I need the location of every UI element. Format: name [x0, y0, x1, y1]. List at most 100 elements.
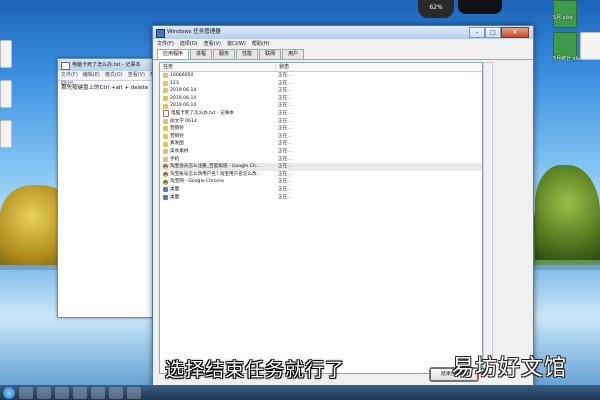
task-status: 正在... [278, 171, 292, 177]
tab-networking[interactable]: 联网 [259, 49, 282, 59]
table-row[interactable]: 美食素材 正在... [160, 148, 482, 156]
notepad-menu-edit[interactable]: 编辑(E) [83, 72, 100, 78]
task-status: 正在... [278, 156, 292, 162]
desktop-icon[interactable] [580, 32, 600, 60]
task-name-cell: 美食素材 [160, 148, 275, 156]
task-name: 桌面 [170, 186, 180, 192]
desk-icon [163, 187, 168, 193]
task-manager-title: Windows 任务管理器 [167, 29, 221, 35]
task-name: 123 [170, 80, 179, 86]
table-row[interactable]: 素发图 正在... [160, 140, 482, 148]
task-name-cell: 素发图 [160, 140, 275, 148]
task-status: 正在... [278, 80, 292, 86]
notepad-menu-view[interactable]: 查看(V) [128, 72, 145, 78]
task-name: 阅文学 0614 [170, 118, 197, 124]
task-name: 10086050 [170, 73, 194, 78]
task-status: 正在... [278, 88, 292, 94]
table-row[interactable]: 电脑卡死了怎么办.txt - 记事本 正在... [160, 110, 482, 118]
task-manager-titlebar[interactable]: Windows 任务管理器 – □ ✕ [153, 26, 533, 39]
desktop-file-label: 5月.xlsx [553, 15, 573, 21]
task-status: 正在... [278, 141, 292, 147]
vertical-scrollbar[interactable] [483, 62, 493, 374]
menu-file[interactable]: 文件(F) [157, 41, 174, 47]
task-status: 正在... [278, 126, 292, 132]
task-name-cell: 2019.06.14 [160, 95, 275, 103]
table-row[interactable]: 淘宝账号怎么改用户名? 淘宝用户名怎么改... 正在... [160, 171, 482, 179]
table-row[interactable]: 淘宝网 - Google Chrome 正在... [160, 178, 482, 186]
table-row[interactable]: 桌面 正在... [160, 186, 482, 194]
task-name: 手机 [170, 156, 180, 162]
desktop-icon[interactable] [0, 120, 12, 148]
task-list[interactable]: 任务 状态 10086050 正在... 123 正在... 2019.06.14 正在.… [159, 62, 483, 374]
folder-icon [163, 73, 168, 79]
task-manager-icon [156, 29, 165, 38]
task-name-cell: 2019.06.14 [160, 102, 275, 110]
table-row[interactable]: 桌面 正在... [160, 194, 482, 202]
notepad-titlebar[interactable]: 电脑卡死了怎么办.txt - 记事本 [58, 59, 158, 71]
task-status: 正在... [278, 95, 292, 101]
task-name-cell: 阅文学 0614 [160, 118, 275, 126]
start-button[interactable] [3, 386, 15, 399]
taskbar-item[interactable] [55, 386, 69, 399]
desktop-gadget [458, 0, 502, 14]
notepad-menu-format[interactable]: 格式(O) [105, 72, 123, 78]
desktop-icon[interactable] [0, 80, 12, 108]
taskbar-item[interactable] [91, 386, 105, 399]
table-row[interactable]: 淘宝会员怎么注册_百度知道 - Google Ch... 正在... [160, 163, 482, 171]
table-row[interactable]: 营销铃 正在... [160, 125, 482, 133]
column-header-task[interactable]: 任务 [160, 63, 276, 71]
task-manager-menubar: 文件(F) 选项(O) 查看(V) 窗口(W) 帮助(H) [153, 39, 533, 49]
folder-icon [163, 156, 168, 162]
folder-icon [163, 126, 168, 132]
taskbar-item[interactable] [37, 386, 51, 399]
menu-options[interactable]: 选项(O) [180, 41, 198, 47]
task-name: 2019.06.14 [170, 103, 197, 109]
close-button[interactable]: ✕ [501, 27, 529, 38]
chrome-icon [163, 172, 168, 178]
task-name-cell: 手机 [160, 156, 275, 164]
background-tree-right [535, 165, 600, 260]
menu-window[interactable]: 窗口(W) [227, 41, 246, 47]
table-row[interactable]: 2019.06.14 正在... [160, 87, 482, 95]
tab-performance[interactable]: 性能 [236, 49, 259, 59]
table-row[interactable]: 营销铃 正在... [160, 133, 482, 141]
tab-services[interactable]: 服务 [213, 49, 236, 59]
taskbar-item[interactable] [73, 386, 87, 399]
task-name: 淘宝会员怎么注册_百度知道 - Google Ch... [170, 164, 261, 170]
tab-processes[interactable]: 进程 [190, 49, 213, 59]
task-status: 正在... [278, 148, 292, 154]
task-list-header: 任务 状态 [160, 63, 482, 72]
taskbar-item[interactable] [109, 386, 123, 399]
taskbar-item[interactable] [19, 386, 33, 399]
task-name: 桌面 [170, 194, 180, 200]
taskbar-item[interactable] [127, 386, 141, 399]
menu-help[interactable]: 帮助(H) [252, 41, 270, 47]
notepad-text-area[interactable]: 首先按键盘上的Ctrl +alt + delete [58, 81, 158, 93]
task-status: 正在... [278, 194, 292, 200]
desktop-icon[interactable] [0, 40, 12, 68]
folder-icon [163, 80, 168, 86]
task-name: 美食素材 [170, 148, 189, 154]
notepad-window[interactable]: 电脑卡死了怎么办.txt - 记事本 文件(F)编辑(E)格式(O)查看(V)帮… [57, 58, 159, 318]
notepad-menu-file[interactable]: 文件(F) [61, 72, 78, 78]
task-name-cell: 桌面 [160, 186, 275, 194]
minimize-button[interactable]: – [469, 27, 485, 38]
chrome-icon [163, 164, 168, 170]
table-row[interactable]: 123 正在... [160, 80, 482, 88]
table-row[interactable]: 手机 正在... [160, 156, 482, 164]
table-row[interactable]: 2019.06.14 正在... [160, 95, 482, 103]
tab-users[interactable]: 用户 [282, 49, 305, 59]
task-name-cell: 桌面 [160, 194, 275, 202]
menu-view[interactable]: 查看(V) [204, 41, 221, 47]
task-name: 营销铃 [170, 126, 184, 132]
task-name-cell: 2019.06.14 [160, 87, 275, 95]
folder-icon [163, 134, 168, 140]
tab-applications[interactable]: 应用程序 [157, 49, 190, 59]
table-row[interactable]: 10086050 正在... [160, 72, 482, 80]
table-row[interactable]: 阅文学 0614 正在... [160, 118, 482, 126]
maximize-button[interactable]: □ [485, 27, 501, 38]
task-manager-window[interactable]: Windows 任务管理器 – □ ✕ 文件(F) 选项(O) 查看(V) 窗口(W)… [152, 25, 534, 397]
table-row[interactable]: 2019.06.14 正在... [160, 102, 482, 110]
column-header-status[interactable]: 状态 [276, 63, 289, 71]
task-name-cell: 淘宝账号怎么改用户名? 淘宝用户名怎么改... [160, 171, 275, 179]
